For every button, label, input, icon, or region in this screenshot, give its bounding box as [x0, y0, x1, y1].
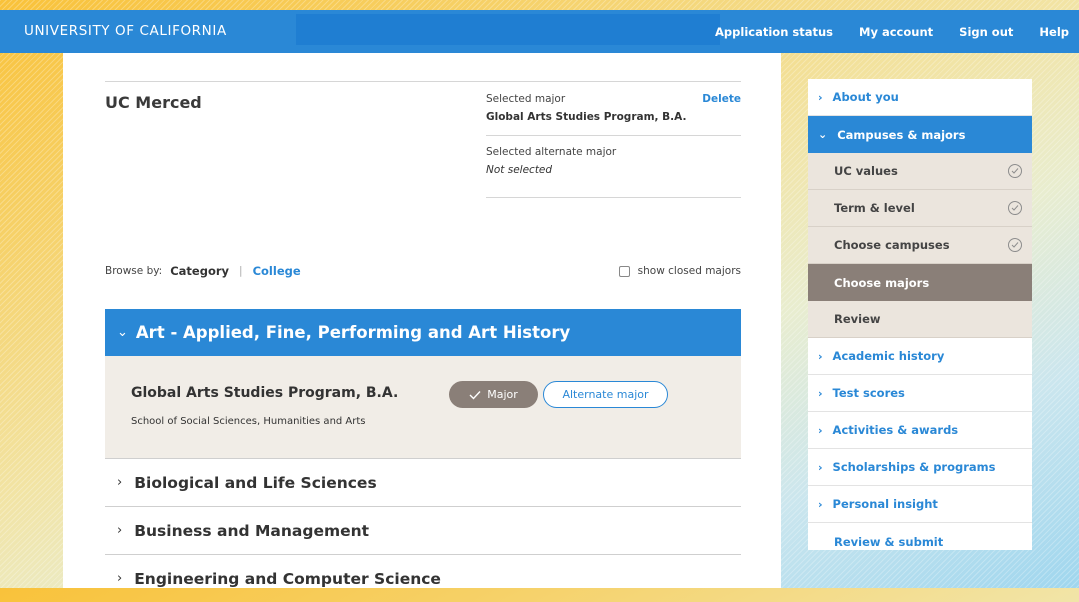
selected-major-box: Selected major Delete Global Arts Studie…: [486, 93, 741, 176]
browse-college-tab[interactable]: College: [253, 264, 301, 278]
sidebar-item-label: Review & submit: [834, 534, 944, 549]
sidebar-item-about-you[interactable]: › About you: [808, 79, 1032, 116]
sidebar-subitem-choose-majors[interactable]: Choose majors: [808, 264, 1032, 301]
campus-title: UC Merced: [105, 93, 202, 112]
category-title: Engineering and Computer Science: [134, 569, 441, 588]
sidebar-subitem-label: UC values: [834, 164, 898, 178]
sidebar-item-personal-insight[interactable]: › Personal insight: [808, 486, 1032, 523]
browse-label: Browse by:: [105, 265, 163, 277]
nav-help[interactable]: Help: [1039, 25, 1069, 39]
category-title: Biological and Life Sciences: [134, 473, 377, 492]
separator: |: [239, 265, 243, 277]
nav-sign-out[interactable]: Sign out: [959, 25, 1013, 39]
nav-my-account[interactable]: My account: [859, 25, 933, 39]
sidebar-subitem-uc-values[interactable]: UC values: [808, 153, 1032, 190]
chevron-right-icon: ›: [117, 523, 123, 538]
sidebar-subitem-label: Choose majors: [834, 275, 930, 290]
category-header-art[interactable]: ⌄ Art - Applied, Fine, Performing and Ar…: [105, 309, 741, 356]
sidebar-item-label: About you: [832, 90, 899, 104]
sidebar-item-label: Scholarships & programs: [832, 460, 996, 474]
browse-category-tab[interactable]: Category: [170, 264, 229, 278]
major-panel: Global Arts Studies Program, B.A. School…: [105, 356, 741, 459]
sidebar: › About you ⌄ Campuses & majors UC value…: [808, 79, 1032, 550]
sidebar-subitem-label: Term & level: [834, 201, 915, 215]
category-title: Art - Applied, Fine, Performing and Art …: [135, 323, 571, 342]
chevron-down-icon: ⌄: [117, 325, 128, 340]
chevron-right-icon: ›: [818, 349, 823, 363]
delete-link[interactable]: Delete: [702, 93, 741, 105]
header-strip: [296, 14, 720, 45]
checkmark-icon: [469, 390, 481, 400]
major-name: Global Arts Studies Program, B.A.: [131, 385, 399, 401]
sidebar-item-label: Academic history: [832, 349, 945, 363]
chevron-right-icon: ›: [117, 571, 123, 586]
chevron-down-icon: ⌄: [818, 128, 828, 141]
sidebar-subitem-label: Choose campuses: [834, 238, 950, 252]
divider: [486, 135, 741, 136]
chevron-right-icon: ›: [818, 460, 823, 474]
category-row[interactable]: › Biological and Life Sciences: [105, 459, 741, 507]
major-button[interactable]: Major: [449, 381, 538, 408]
sidebar-item-review-submit[interactable]: Review & submit: [808, 523, 1032, 560]
chevron-right-icon: ›: [818, 423, 823, 437]
sidebar-subitem-label: Review: [834, 312, 881, 326]
alternate-major-button[interactable]: Alternate major: [543, 381, 668, 408]
sidebar-item-label: Personal insight: [832, 497, 938, 511]
category-row[interactable]: › Business and Management: [105, 507, 741, 555]
browse-by: Browse by: Category | College: [105, 264, 301, 278]
show-closed-toggle[interactable]: show closed majors: [618, 265, 741, 277]
main-panel: UC Merced Selected major Delete Global A…: [63, 53, 781, 588]
check-circle-icon: [1008, 238, 1022, 252]
sidebar-subitem-review[interactable]: Review: [808, 301, 1032, 338]
sidebar-item-activities-awards[interactable]: › Activities & awards: [808, 412, 1032, 449]
sidebar-item-campuses-majors[interactable]: ⌄ Campuses & majors: [808, 116, 1032, 153]
divider: [105, 81, 741, 82]
selected-major-value: Global Arts Studies Program, B.A.: [486, 111, 687, 123]
show-closed-label: show closed majors: [637, 265, 741, 277]
chevron-right-icon: ›: [818, 497, 823, 511]
chevron-right-icon: ›: [818, 90, 823, 104]
sidebar-subitem-choose-campuses[interactable]: Choose campuses: [808, 227, 1032, 264]
alternate-major-value: Not selected: [486, 164, 553, 176]
nav-application-status[interactable]: Application status: [715, 25, 833, 39]
show-closed-checkbox[interactable]: [618, 265, 630, 277]
divider: [486, 197, 741, 198]
check-circle-icon: [1008, 201, 1022, 215]
major-school: School of Social Sciences, Humanities an…: [131, 416, 366, 427]
sidebar-subitem-term-level[interactable]: Term & level: [808, 190, 1032, 227]
chevron-right-icon: ›: [818, 386, 823, 400]
sidebar-item-test-scores[interactable]: › Test scores: [808, 375, 1032, 412]
alternate-major-label: Selected alternate major: [486, 146, 617, 158]
top-nav: Application status My account Sign out H…: [715, 10, 1079, 53]
category-row[interactable]: › Engineering and Computer Science: [105, 555, 741, 602]
sidebar-item-label: Activities & awards: [832, 423, 959, 437]
chevron-right-icon: ›: [117, 475, 123, 490]
category-title: Business and Management: [134, 521, 370, 540]
major-button-label: Major: [487, 388, 518, 401]
brand-logo: UNIVERSITY OF CALIFORNIA: [24, 23, 227, 39]
sidebar-item-academic-history[interactable]: › Academic history: [808, 338, 1032, 375]
top-bar: UNIVERSITY OF CALIFORNIA Application sta…: [0, 10, 1079, 53]
sidebar-item-label: Campuses & majors: [837, 127, 966, 142]
sidebar-item-scholarships-programs[interactable]: › Scholarships & programs: [808, 449, 1032, 486]
check-circle-icon: [1008, 164, 1022, 178]
sidebar-item-label: Test scores: [832, 386, 905, 400]
